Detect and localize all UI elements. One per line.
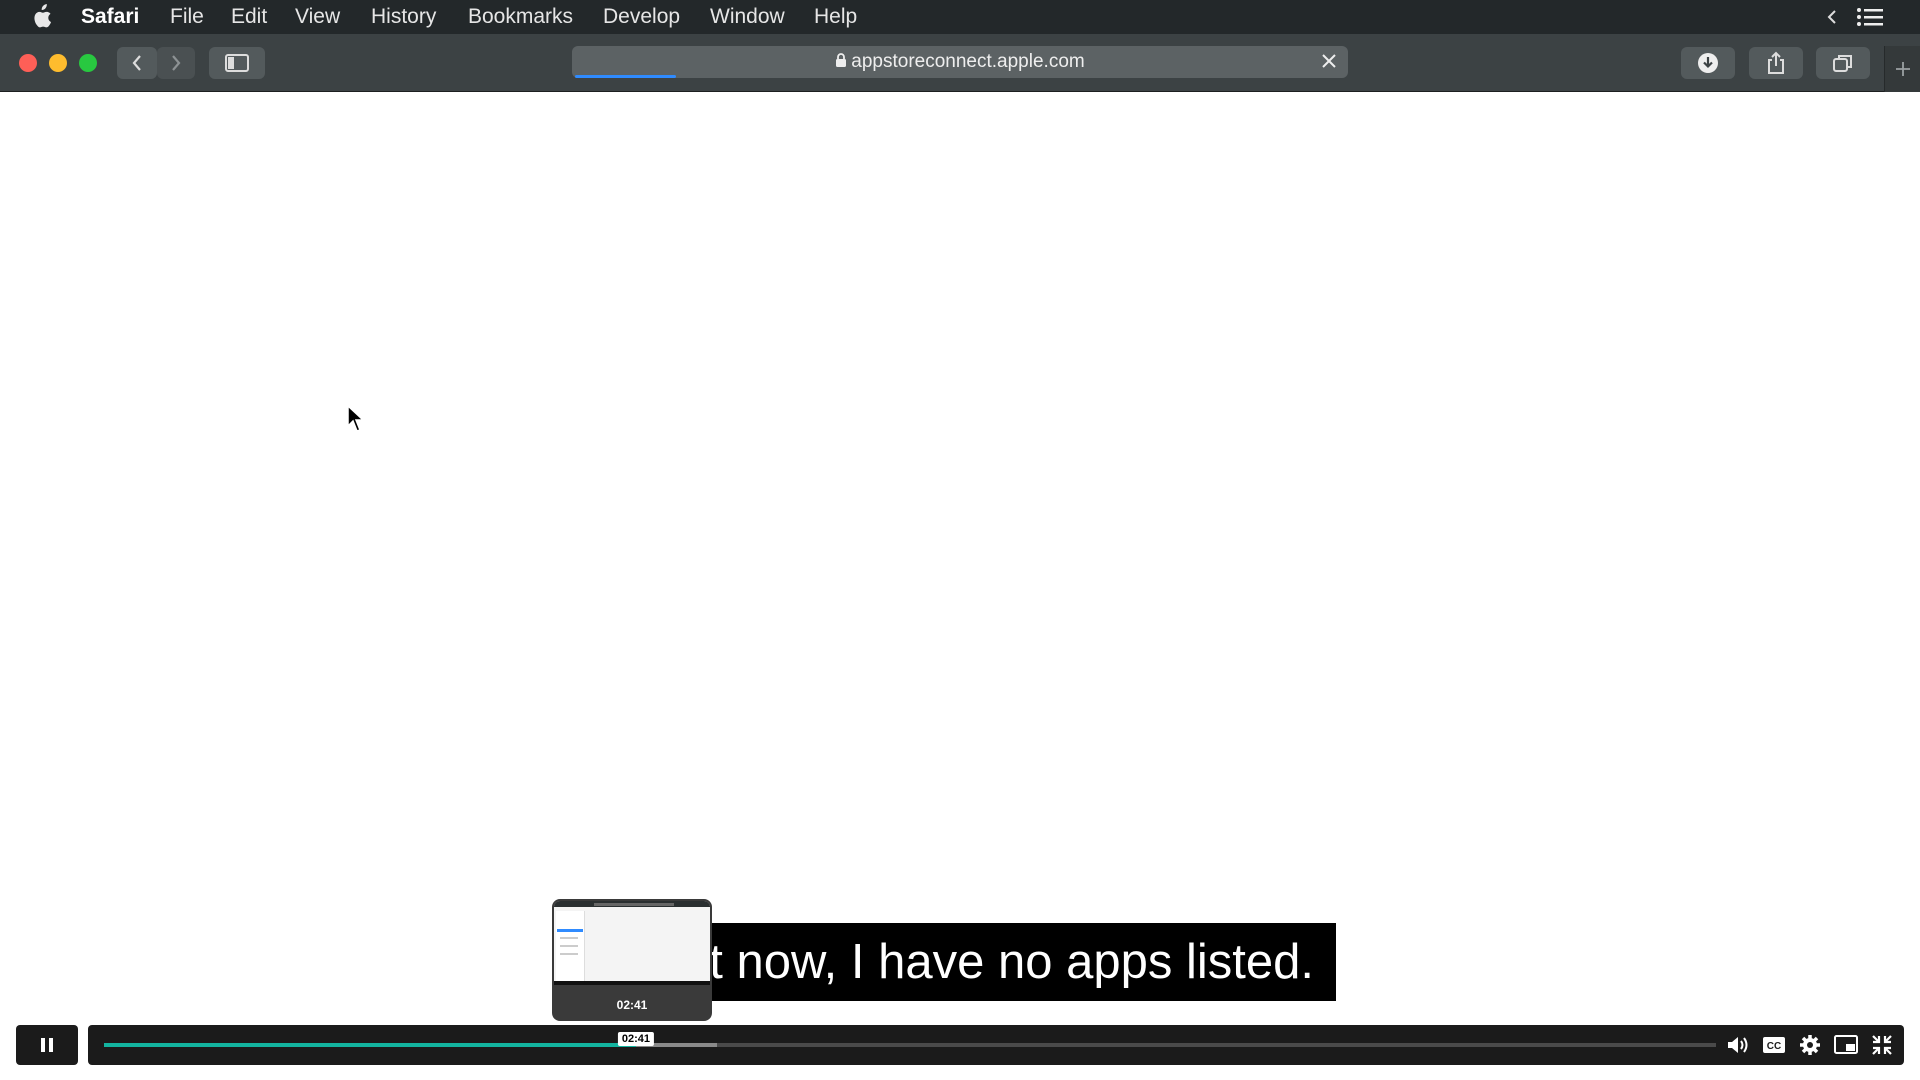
- chevron-left-icon[interactable]: [1826, 9, 1838, 25]
- menu-bookmarks[interactable]: Bookmarks: [468, 0, 573, 34]
- exit-fullscreen-icon: [1872, 1035, 1892, 1055]
- close-window-button[interactable]: [19, 54, 37, 72]
- seek-track[interactable]: 02:41: [104, 1032, 1716, 1047]
- menu-window[interactable]: Window: [710, 0, 785, 34]
- volume-button[interactable]: [1725, 1033, 1751, 1057]
- menu-edit[interactable]: Edit: [231, 0, 267, 34]
- menu-file[interactable]: File: [170, 0, 204, 34]
- exit-fullscreen-button[interactable]: [1869, 1033, 1895, 1057]
- stop-loading-icon[interactable]: [1320, 52, 1338, 70]
- settings-button[interactable]: [1797, 1033, 1823, 1057]
- menu-history[interactable]: History: [371, 0, 436, 34]
- share-icon: [1768, 51, 1784, 74]
- forward-button[interactable]: [157, 47, 195, 79]
- download-icon: [1698, 53, 1718, 73]
- gear-icon: [1800, 1035, 1820, 1055]
- video-seekbar[interactable]: 02:41 CC: [88, 1025, 1904, 1065]
- menu-develop[interactable]: Develop: [603, 0, 680, 34]
- zoom-window-button[interactable]: [79, 54, 97, 72]
- tabs-overview-icon: [1833, 55, 1852, 72]
- back-button[interactable]: [117, 47, 157, 79]
- closed-captions-icon: CC: [1763, 1037, 1785, 1053]
- captions-button[interactable]: CC: [1761, 1033, 1787, 1057]
- menu-safari[interactable]: Safari: [81, 0, 139, 34]
- menu-help[interactable]: Help: [814, 0, 857, 34]
- preview-thumbnail: [554, 901, 710, 985]
- lock-icon: [836, 53, 847, 67]
- sidebar-icon: [225, 54, 249, 72]
- menu-view[interactable]: View: [295, 0, 340, 34]
- chevron-left-icon: [132, 55, 141, 71]
- downloads-button[interactable]: [1681, 47, 1735, 79]
- subtitle-text: t now, I have no apps listed.: [709, 935, 1314, 989]
- notification-center-icon[interactable]: [1856, 7, 1884, 27]
- plus-icon: [1896, 62, 1910, 76]
- picture-in-picture-icon: [1834, 1035, 1858, 1054]
- minimize-window-button[interactable]: [49, 54, 67, 72]
- mouse-cursor-icon: [347, 405, 365, 432]
- browser-toolbar: appstoreconnect.apple.com: [0, 34, 1920, 92]
- volume-icon: [1728, 1037, 1748, 1053]
- menu-bar: Safari File Edit View History Bookmarks …: [0, 0, 1920, 34]
- show-tabs-button[interactable]: [1816, 47, 1870, 79]
- played-bar: [104, 1043, 636, 1047]
- subtitle-caption: t now, I have no apps listed.: [700, 923, 1336, 1001]
- sidebar-toggle-button[interactable]: [209, 47, 265, 79]
- url-text: appstoreconnect.apple.com: [851, 51, 1085, 72]
- address-bar[interactable]: appstoreconnect.apple.com: [572, 46, 1348, 78]
- apple-menu-icon[interactable]: [30, 4, 52, 30]
- svg-text:CC: CC: [1767, 1041, 1781, 1052]
- pause-icon: [41, 1038, 53, 1052]
- page-load-progress: [575, 75, 676, 78]
- chevron-right-icon: [172, 55, 181, 71]
- pause-button[interactable]: [16, 1025, 78, 1065]
- preview-time: 02:41: [616, 998, 648, 1012]
- scrub-preview: 02:41: [552, 899, 712, 1021]
- hover-time-tooltip: 02:41: [617, 1032, 655, 1046]
- picture-in-picture-button[interactable]: [1833, 1033, 1859, 1057]
- share-button[interactable]: [1749, 47, 1803, 79]
- new-tab-button[interactable]: [1884, 46, 1920, 92]
